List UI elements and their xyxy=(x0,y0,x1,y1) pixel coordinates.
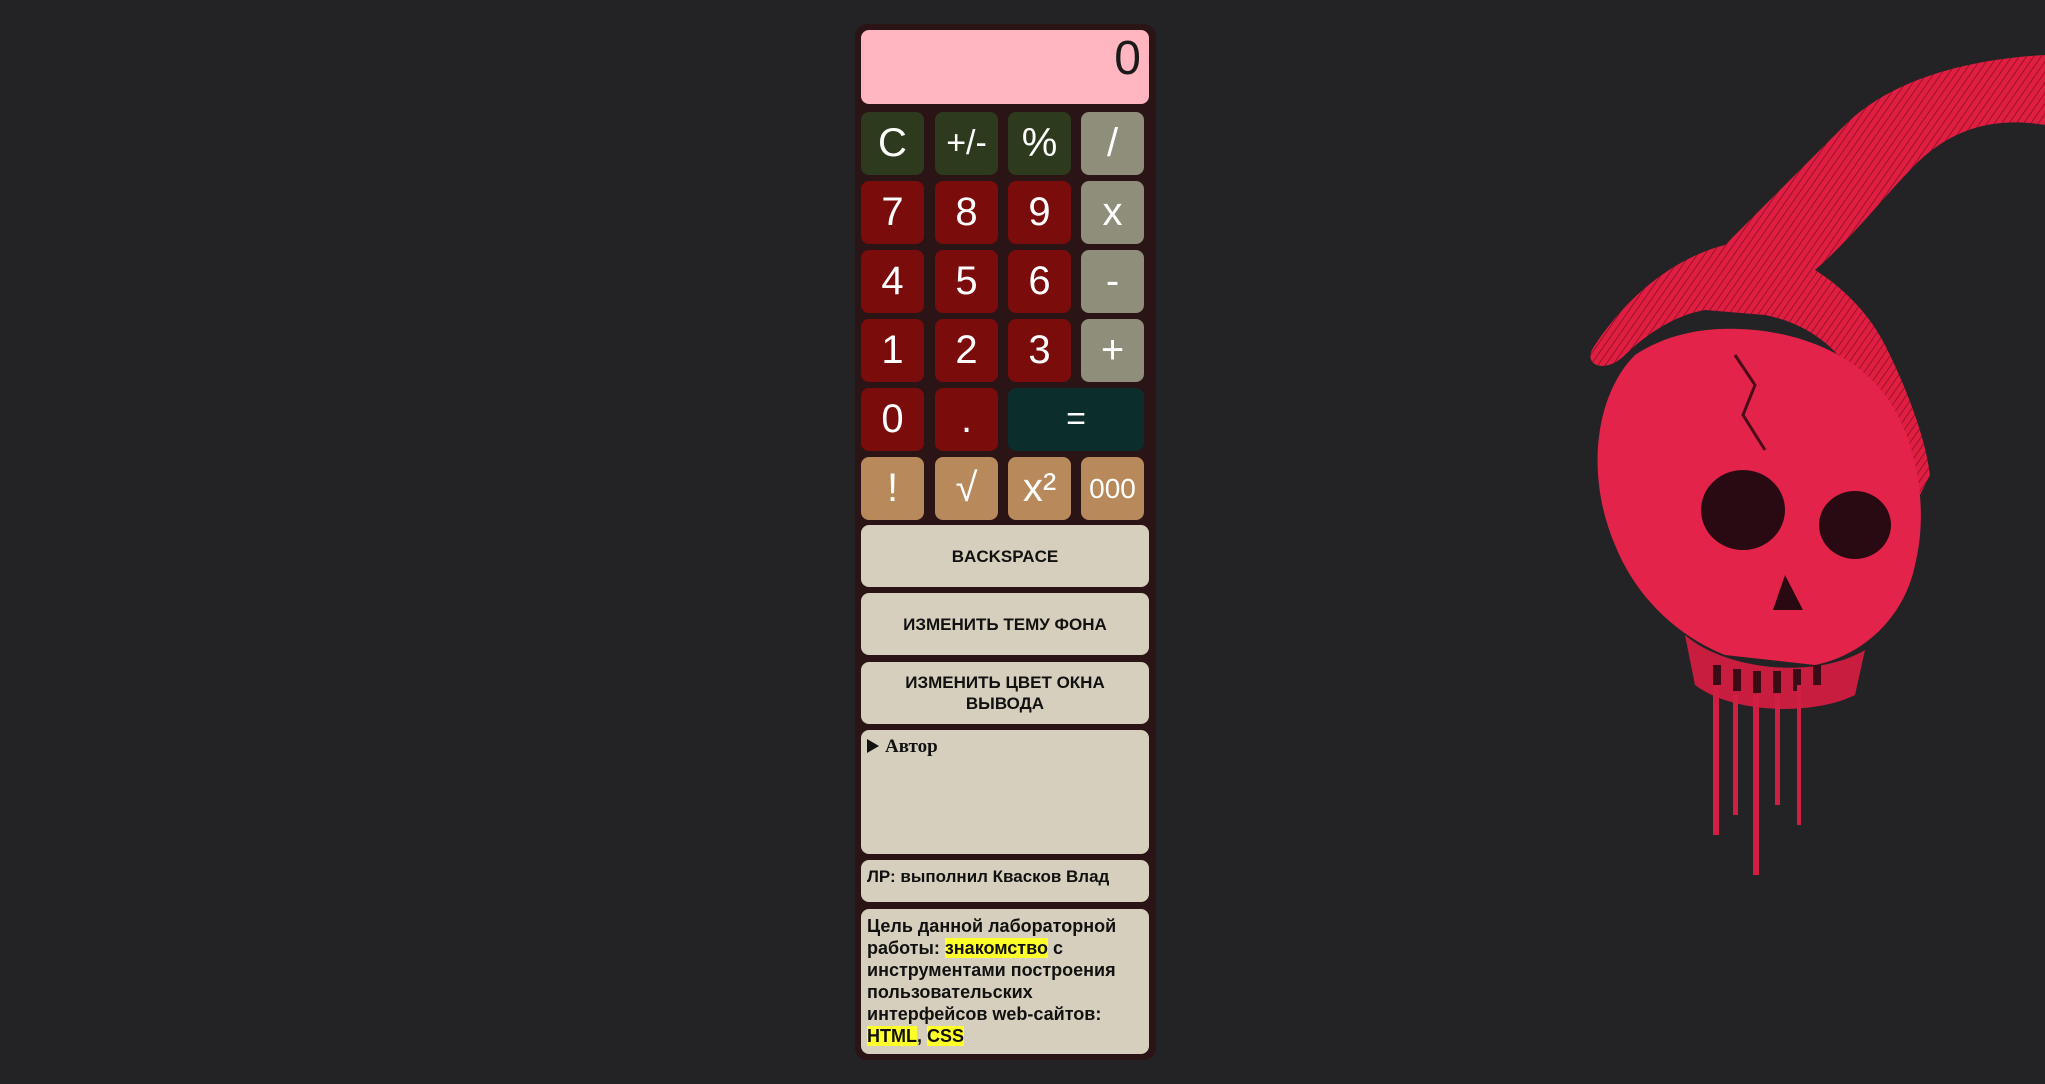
author-summary[interactable]: Автор xyxy=(861,730,1149,758)
credit-text: ЛР: выполнил Квасков Влад xyxy=(867,867,1110,886)
change-output-color-button[interactable]: ИЗМЕНИТЬ ЦВЕТ ОКНА ВЫВОДА xyxy=(861,662,1149,724)
factorial-button[interactable]: ! xyxy=(861,457,924,520)
skull-hand-background-image xyxy=(1590,55,2045,875)
digit-8-button[interactable]: 8 xyxy=(935,181,998,244)
toggle-sign-button[interactable]: +/- xyxy=(935,112,998,175)
goal-panel: Цель данной лабораторной работы: знакомс… xyxy=(861,909,1149,1054)
digit-7-button[interactable]: 7 xyxy=(861,181,924,244)
goal-text: Цель данной лабораторной работы: знакомс… xyxy=(861,909,1149,1047)
author-details: Автор xyxy=(861,730,1149,854)
output-display: 0 xyxy=(861,30,1149,104)
author-summary-label: Автор xyxy=(885,736,938,757)
goal-highlight-css: CSS xyxy=(927,1026,965,1046)
digit-3-button[interactable]: 3 xyxy=(1008,319,1071,382)
change-theme-button[interactable]: ИЗМЕНИТЬ ТЕМУ ФОНА xyxy=(861,593,1149,655)
multiply-button[interactable]: x xyxy=(1081,181,1144,244)
digit-2-button[interactable]: 2 xyxy=(935,319,998,382)
equals-button[interactable]: = xyxy=(1008,388,1144,451)
goal-highlight-html: HTML xyxy=(867,1026,917,1046)
calculator: 0 C +/- % / 7 8 9 x 4 5 6 - 1 2 3 + 0 . … xyxy=(855,24,1156,1060)
clear-button[interactable]: C xyxy=(861,112,924,175)
digit-6-button[interactable]: 6 xyxy=(1008,250,1071,313)
credit-panel: ЛР: выполнил Квасков Влад xyxy=(861,860,1149,902)
subtract-button[interactable]: - xyxy=(1081,250,1144,313)
digit-9-button[interactable]: 9 xyxy=(1008,181,1071,244)
goal-separator: , xyxy=(916,1026,927,1046)
disclosure-triangle-icon xyxy=(867,739,879,753)
divide-button[interactable]: / xyxy=(1081,112,1144,175)
add-button[interactable]: + xyxy=(1081,319,1144,382)
triple-zero-button[interactable]: 000 xyxy=(1081,457,1144,520)
decimal-point-button[interactable]: . xyxy=(935,388,998,451)
square-root-button[interactable]: √ xyxy=(935,457,998,520)
digit-4-button[interactable]: 4 xyxy=(861,250,924,313)
goal-highlight-familiarity: знакомство xyxy=(944,938,1048,958)
digit-5-button[interactable]: 5 xyxy=(935,250,998,313)
digit-0-button[interactable]: 0 xyxy=(861,388,924,451)
backspace-button[interactable]: BACKSPACE xyxy=(861,525,1149,587)
digit-1-button[interactable]: 1 xyxy=(861,319,924,382)
square-button[interactable]: x² xyxy=(1008,457,1071,520)
percent-button[interactable]: % xyxy=(1008,112,1071,175)
